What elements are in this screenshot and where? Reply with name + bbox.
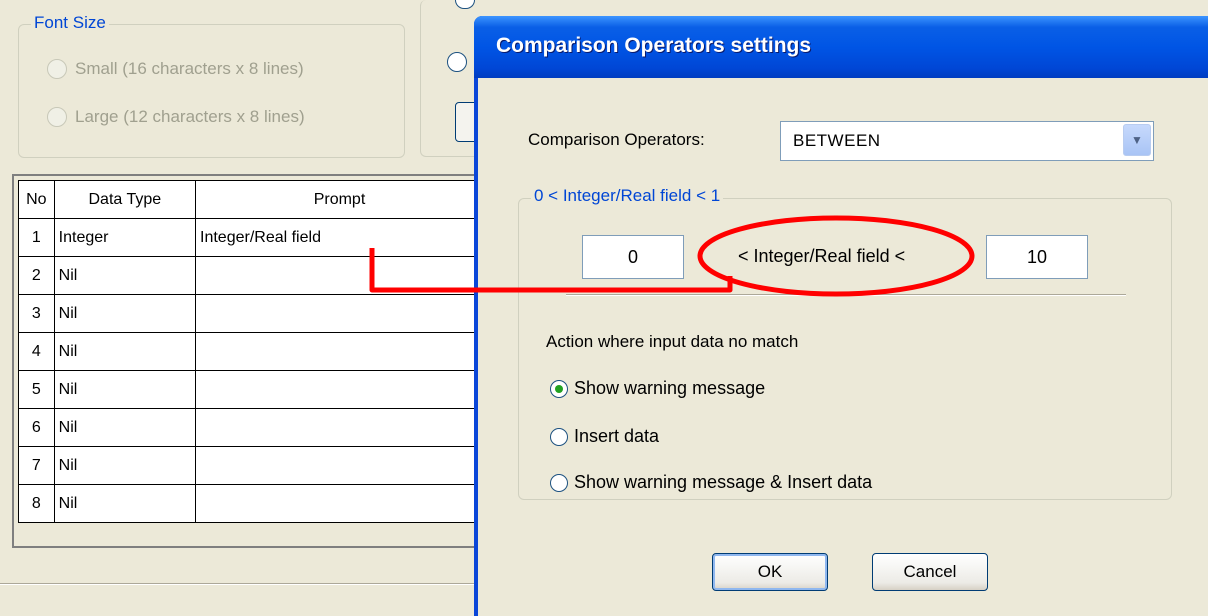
row-no: 7 [18,446,55,485]
comparison-operators-dialog: Comparison Operators settings Comparison… [474,16,1208,616]
row-prompt[interactable] [195,484,484,523]
row-prompt[interactable] [195,446,484,485]
row-prompt[interactable] [195,294,484,333]
radio-show-warning-label: Show warning message [574,378,766,398]
row-data-type[interactable]: Nil [53,370,197,409]
table-row[interactable]: 4 Nil [18,332,484,371]
col-header-no[interactable]: No [18,180,55,219]
font-size-legend: Font Size [31,13,109,33]
cancel-button[interactable]: Cancel [872,553,988,591]
radio-show-warning[interactable]: Show warning message [550,378,765,399]
radio-selected-icon [550,379,568,398]
radio-insert-data-label: Insert data [574,426,660,446]
table-header-row: No Data Type Prompt [18,180,484,219]
radio-dot-icon [555,384,563,393]
range-group-legend: 0 < Integer/Real field < 1 [531,186,724,206]
font-size-large-label: Large (12 characters x 8 lines) [75,107,305,126]
font-size-group: Font Size Small (16 characters x 8 lines… [18,13,405,158]
lower-bound-input[interactable]: 0 [582,235,684,279]
table-row[interactable]: 8 Nil [18,484,484,523]
radio-warning-and-insert[interactable]: Show warning message & Insert data [550,472,872,493]
radio-circle-icon [550,473,568,492]
table-row[interactable]: 7 Nil [18,446,484,485]
row-prompt[interactable] [195,370,484,409]
row-no: 8 [18,484,55,523]
action-label: Action where input data no match [546,332,799,351]
table-row[interactable]: 3 Nil [18,294,484,333]
range-label: < Integer/Real field < [738,246,906,266]
row-no: 4 [18,332,55,371]
operator-select[interactable]: BETWEEN ▼ [780,121,1154,161]
font-size-large-radio[interactable]: Large (12 characters x 8 lines) [47,107,305,127]
row-data-type[interactable]: Nil [53,446,197,485]
operator-select-value: BETWEEN [793,131,881,150]
row-data-type[interactable]: Nil [53,256,197,295]
table-row[interactable]: 1 Integer Integer/Real field [18,218,484,257]
row-data-type[interactable]: Nil [53,294,197,333]
chevron-down-icon[interactable]: ▼ [1123,124,1151,156]
col-header-prompt[interactable]: Prompt [195,180,484,219]
fields-table: No Data Type Prompt 1 Integer Integer/Real… [18,180,484,523]
row-prompt[interactable] [195,408,484,447]
fields-table-container: No Data Type Prompt 1 Integer Integer/Real… [12,174,484,548]
range-separator [566,294,1126,296]
col-header-data-type[interactable]: Data Type [53,180,197,219]
table-row[interactable]: 2 Nil [18,256,484,295]
ok-button-label: OK [757,562,783,581]
dialog-body: Comparison Operators: BETWEEN ▼ 0 < Inte… [478,78,1208,616]
radio-insert-data[interactable]: Insert data [550,426,659,447]
row-no: 5 [18,370,55,409]
ok-button[interactable]: OK [712,553,828,591]
radio-warning-and-insert-label: Show warning message & Insert data [574,472,873,492]
radio-circle-icon [47,107,67,127]
bottom-divider [0,583,480,585]
radio-circle-icon [47,59,67,79]
row-data-type[interactable]: Nil [53,332,197,371]
row-prompt[interactable]: Integer/Real field [195,218,484,257]
background-radio-icon[interactable] [447,52,467,72]
cancel-button-label: Cancel [903,562,957,581]
font-size-small-label: Small (16 characters x 8 lines) [75,59,304,78]
operator-label: Comparison Operators: [528,130,705,149]
table-row[interactable]: 5 Nil [18,370,484,409]
row-no: 6 [18,408,55,447]
font-size-small-radio[interactable]: Small (16 characters x 8 lines) [47,59,304,79]
row-data-type[interactable]: Nil [53,408,197,447]
row-data-type[interactable]: Nil [53,484,197,523]
row-data-type[interactable]: Integer [53,218,197,257]
table-row[interactable]: 6 Nil [18,408,484,447]
row-no: 3 [18,294,55,333]
row-prompt[interactable] [195,256,484,295]
upper-bound-input[interactable]: 10 [986,235,1088,279]
dialog-titlebar[interactable]: Comparison Operators settings [474,16,1208,78]
radio-circle-icon [550,427,568,446]
row-prompt[interactable] [195,332,484,371]
row-no: 1 [18,218,55,257]
dialog-title: Comparison Operators settings [496,34,812,57]
row-no: 2 [18,256,55,295]
